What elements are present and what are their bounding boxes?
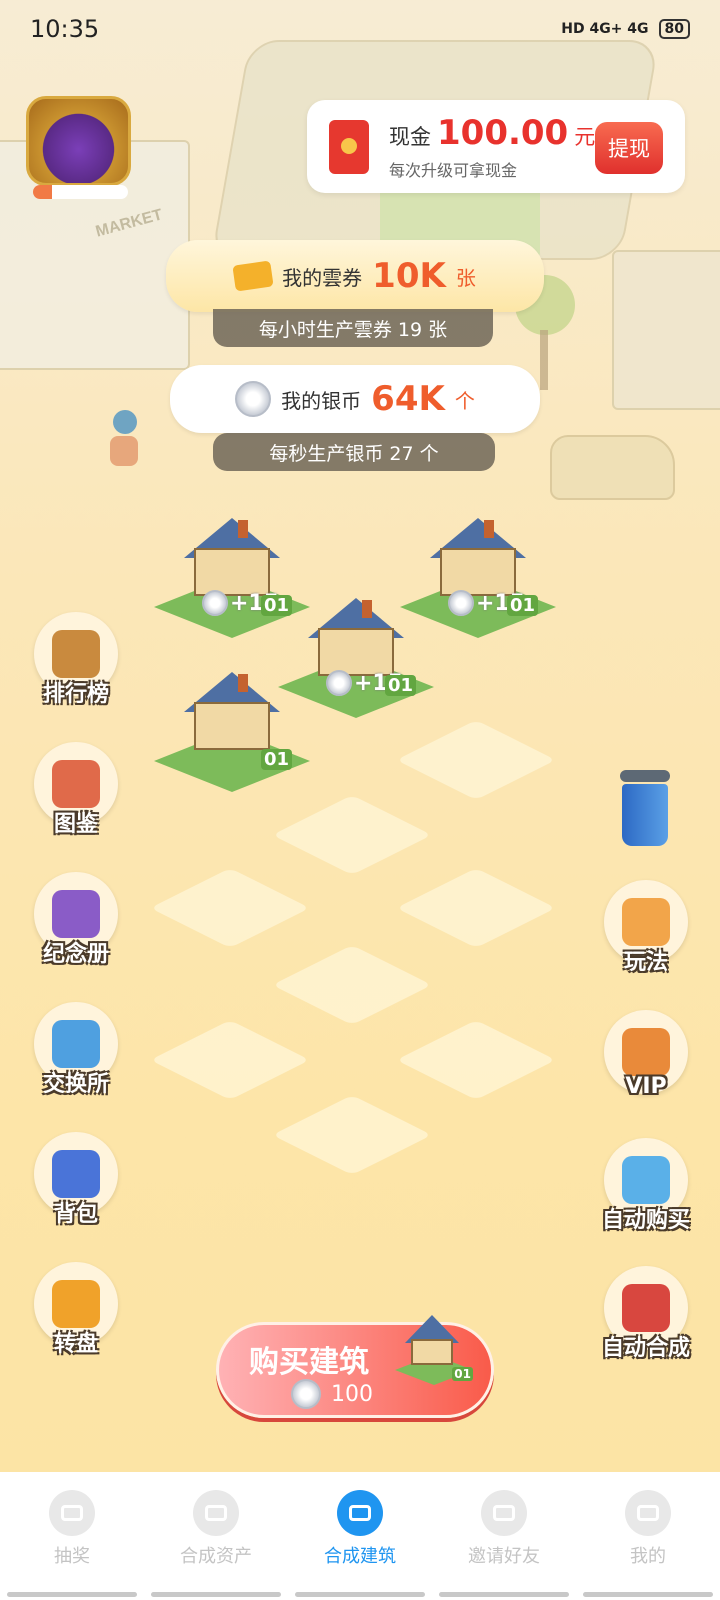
car — [550, 435, 675, 500]
board-tile[interactable] — [150, 868, 310, 948]
silver-coin-icon — [291, 1379, 321, 1409]
wallet-icon — [193, 1490, 239, 1536]
status-time: 10:35 — [30, 15, 100, 43]
board-tile[interactable] — [396, 720, 556, 800]
magnet-icon — [622, 1284, 670, 1332]
board-tile[interactable] — [150, 1020, 310, 1100]
status-bar: 10:35 HD 4G+ 4G 80 — [0, 0, 720, 58]
cash-subtitle: 每次升级可拿现金 — [389, 160, 518, 180]
tab-lottery[interactable]: 抽奖 — [7, 1490, 137, 1600]
buy-building-title: 购买建筑 — [249, 1345, 369, 1380]
coupon-balance: 我的雲券 10K 张 — [166, 240, 544, 312]
gamepad-icon — [337, 1490, 383, 1536]
red-packet-icon — [329, 119, 369, 174]
bag-icon — [52, 1150, 100, 1198]
album-button[interactable]: 纪念册 — [26, 872, 126, 982]
trophy-icon — [52, 630, 100, 678]
house-level: 01 — [384, 675, 416, 696]
house-building[interactable]: 01 — [154, 672, 310, 792]
chest-progress-fill — [33, 185, 52, 199]
cash-card: 现金 100.00 元 每次升级可拿现金 提现 — [307, 100, 685, 193]
backpack-button[interactable]: 背包 — [26, 1132, 126, 1242]
board-tile[interactable] — [272, 945, 432, 1025]
market-sign: MARKET — [93, 206, 165, 241]
bottom-navigation: 抽奖 合成资产 合成建筑 邀请好友 我的 — [0, 1472, 720, 1600]
house-level: 01 — [260, 749, 292, 770]
gift-icon — [622, 1156, 670, 1204]
envelope-icon — [481, 1490, 527, 1536]
vip-button[interactable]: VIP — [596, 1010, 696, 1120]
magnifier-icon — [52, 760, 100, 808]
silver-coin-icon — [202, 590, 228, 616]
cash-amount: 100.00 — [437, 112, 569, 153]
lottery-icon — [49, 1490, 95, 1536]
board-tile[interactable] — [272, 1095, 432, 1175]
wheel-icon — [52, 1280, 100, 1328]
coupon-value: 10K — [372, 256, 446, 296]
battery-icon: 80 — [658, 19, 690, 39]
album-icon — [52, 890, 100, 938]
coupon-icon — [232, 260, 274, 292]
leaderboard-button[interactable]: 排行榜 — [26, 612, 126, 722]
silver-balance: 我的银币 64K 个 — [170, 365, 540, 433]
board-tile[interactable] — [272, 795, 432, 875]
trash-bin-icon[interactable] — [617, 770, 673, 850]
board-tile[interactable] — [396, 868, 556, 948]
cash-label: 现金 — [389, 124, 431, 149]
buy-building-button[interactable]: 购买建筑 100 01 — [216, 1315, 494, 1418]
network-indicator: HD 4G+ 4G — [561, 21, 649, 37]
silver-value: 64K — [371, 379, 445, 419]
exchange-button[interactable]: 交换所 — [26, 1002, 126, 1112]
tab-merge-assets[interactable]: 合成资产 — [151, 1490, 281, 1600]
cube-icon — [622, 898, 670, 946]
house-icon: 01 — [395, 1315, 475, 1385]
tab-merge-buildings[interactable]: 合成建筑 — [295, 1490, 425, 1600]
shop-icon — [52, 1020, 100, 1068]
coupon-label: 我的雲券 — [282, 265, 363, 290]
cash-unit: 元 — [574, 124, 596, 149]
buy-building-cost: 100 — [291, 1379, 373, 1409]
catalog-button[interactable]: 图鉴 — [26, 742, 126, 852]
profile-icon — [625, 1490, 671, 1536]
withdraw-button[interactable]: 提现 — [595, 122, 663, 174]
tab-invite-friends[interactable]: 邀请好友 — [439, 1490, 569, 1600]
tree-trunk — [540, 330, 548, 390]
house-level: 01 — [506, 595, 538, 616]
coupon-rate: 每小时生产雲券 19 张 — [213, 309, 493, 347]
silver-label: 我的银币 — [281, 388, 362, 413]
how-to-play-button[interactable]: 玩法 — [596, 880, 696, 990]
silver-rate: 每秒生产银币 27 个 — [213, 433, 495, 471]
silver-unit: 个 — [454, 388, 475, 413]
wheel-button[interactable]: 转盘 — [26, 1262, 126, 1372]
treasure-chest-icon[interactable] — [26, 96, 131, 186]
status-icons: HD 4G+ 4G 80 — [561, 19, 690, 39]
silver-coin-icon — [448, 590, 474, 616]
tab-mine[interactable]: 我的 — [583, 1490, 713, 1600]
crown-icon — [622, 1028, 670, 1076]
system-nav-indicator — [0, 1592, 720, 1600]
coupon-unit: 张 — [455, 265, 476, 290]
side-building — [612, 250, 720, 410]
auto-buy-button[interactable]: 自动购买 — [596, 1138, 696, 1248]
cash-info: 现金 100.00 元 每次升级可拿现金 — [389, 113, 595, 181]
board-tile[interactable] — [396, 1020, 556, 1100]
walking-person — [110, 410, 140, 466]
silver-coin-icon — [326, 670, 352, 696]
chest-progress-bar — [33, 185, 128, 199]
silver-coin-icon — [235, 381, 272, 417]
auto-merge-button[interactable]: 自动合成 — [596, 1266, 696, 1376]
